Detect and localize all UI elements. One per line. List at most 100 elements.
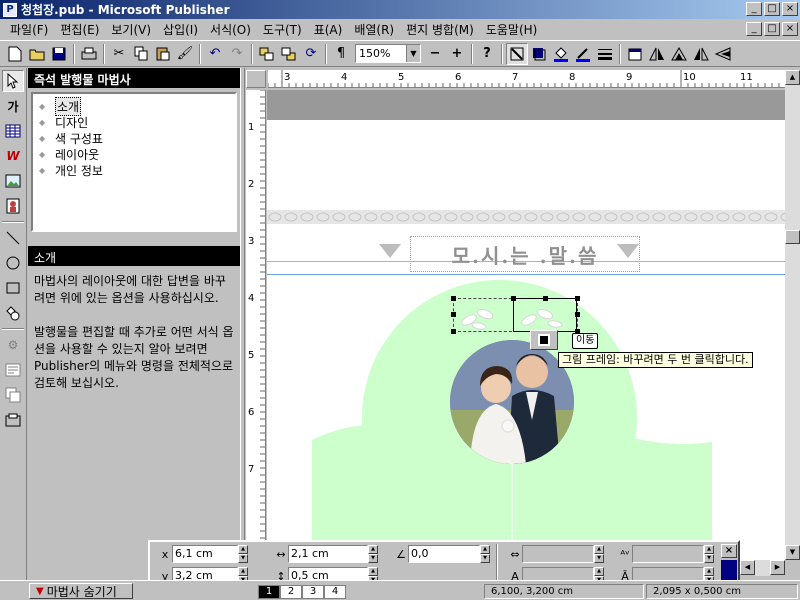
paste-icon[interactable] xyxy=(152,43,174,65)
close-button[interactable]: × xyxy=(782,2,798,16)
cut-icon[interactable]: ✂ xyxy=(108,43,130,65)
redo-icon[interactable]: ↷ xyxy=(226,43,248,65)
flip-horizontal-left-icon[interactable] xyxy=(646,43,668,65)
menu-edit[interactable]: 편집(E) xyxy=(54,21,105,38)
undo-icon[interactable]: ↶ xyxy=(204,43,226,65)
print-icon[interactable] xyxy=(78,43,100,65)
kerning-input[interactable] xyxy=(632,545,704,563)
line-style-icon[interactable] xyxy=(506,42,528,65)
custom-shapes-tool-icon[interactable] xyxy=(2,302,24,324)
selection-handle[interactable] xyxy=(575,312,580,317)
rotation-spinner[interactable]: ▲ ▼ xyxy=(480,545,490,563)
hide-wizard-button[interactable]: ▼ 마법사 숨기기 xyxy=(29,583,133,599)
selection-handle[interactable] xyxy=(543,296,548,301)
selection-handle[interactable] xyxy=(451,296,456,301)
line-tool-icon[interactable] xyxy=(2,227,24,249)
publisher-app-icon[interactable]: P xyxy=(3,2,17,17)
help-icon[interactable]: ? xyxy=(476,43,498,65)
show-special-characters-icon[interactable]: ¶ xyxy=(330,43,352,65)
wizard-item-design[interactable]: ◆ 디자인 xyxy=(39,114,235,130)
zoom-in-icon[interactable]: + xyxy=(446,43,468,65)
menu-view[interactable]: 보기(V) xyxy=(105,21,157,38)
ruler-origin[interactable] xyxy=(246,70,266,88)
kerning-spinner[interactable]: ▲ ▼ xyxy=(704,545,714,563)
wordart-tool-icon[interactable]: W xyxy=(2,145,24,167)
menu-format[interactable]: 서식(O) xyxy=(204,21,257,38)
format-painter-icon[interactable]: 🖌 xyxy=(174,43,196,65)
text-frame-tool-icon[interactable]: 가 xyxy=(2,95,24,117)
menu-table[interactable]: 표(A) xyxy=(308,21,349,38)
zoom-select[interactable]: 150% ▼ xyxy=(355,44,421,63)
pointer-tool-icon[interactable] xyxy=(2,70,24,92)
bring-to-front-icon[interactable] xyxy=(256,43,278,65)
vertical-ruler[interactable]: 1 2 3 4 5 6 7 xyxy=(246,90,266,540)
table-frame-tool-icon[interactable] xyxy=(2,120,24,142)
scroll-left-icon[interactable]: ◀ xyxy=(740,560,755,575)
doc-restore-button[interactable]: □ xyxy=(764,22,780,36)
x-position-input[interactable]: 6,1 cm xyxy=(172,545,238,563)
page-button-2[interactable]: 2 xyxy=(280,585,302,599)
chevron-down-icon[interactable]: ▼ xyxy=(406,45,420,62)
selected-object-frame[interactable] xyxy=(513,298,577,332)
group-objects-button[interactable] xyxy=(530,330,558,350)
rotate-icon[interactable]: ⟳ xyxy=(300,43,322,65)
page-button-1[interactable]: 1 xyxy=(258,585,280,599)
menu-file[interactable]: 파일(F) xyxy=(4,21,54,38)
horizontal-ruler[interactable]: 3 4 5 6 7 8 9 10 11 xyxy=(268,70,786,88)
wizard-item-layout[interactable]: ◆ 레이아웃 xyxy=(39,146,235,162)
vertical-scrollbar[interactable]: ▲ ▼ xyxy=(785,70,800,560)
zoom-out-icon[interactable]: − xyxy=(424,43,446,65)
send-to-back-icon[interactable] xyxy=(278,43,300,65)
selection-handle[interactable] xyxy=(511,296,516,301)
maximize-button[interactable]: □ xyxy=(764,2,780,16)
minimize-button[interactable]: _ xyxy=(746,2,762,16)
scroll-up-icon[interactable]: ▲ xyxy=(785,70,800,85)
line-color-icon[interactable] xyxy=(572,43,594,65)
pane-splitter[interactable] xyxy=(240,68,245,580)
width-spinner[interactable]: ▲ ▼ xyxy=(368,545,378,563)
line-weight-icon[interactable] xyxy=(594,43,616,65)
menu-arrange[interactable]: 배열(R) xyxy=(348,21,400,38)
document-workspace[interactable]: 모.시.는 .말.씀 이동 그림 프레임: 바꾸려면 두 번 클릭합니다. xyxy=(267,90,785,560)
rotation-input[interactable]: 0,0 xyxy=(408,545,480,563)
scroll-right-icon[interactable]: ▶ xyxy=(770,560,785,575)
scroll-down-icon[interactable]: ▼ xyxy=(785,545,800,560)
measurements-close-button[interactable]: × xyxy=(721,544,737,558)
selection-handle[interactable] xyxy=(451,312,456,317)
shadow-icon[interactable] xyxy=(528,43,550,65)
copy-icon[interactable] xyxy=(130,43,152,65)
page-button-4[interactable]: 4 xyxy=(324,585,346,599)
oval-tool-icon[interactable] xyxy=(2,252,24,274)
doc-close-button[interactable]: × xyxy=(782,22,798,36)
open-folder-icon[interactable] xyxy=(26,43,48,65)
fill-color-icon[interactable] xyxy=(550,43,572,65)
new-icon[interactable] xyxy=(4,43,26,65)
character-spacing-input[interactable] xyxy=(522,545,594,563)
menu-help[interactable]: 도움말(H) xyxy=(480,21,544,38)
menu-insert[interactable]: 삽입(I) xyxy=(157,21,204,38)
html-code-tool-icon[interactable] xyxy=(2,359,24,381)
character-spacing-spinner[interactable]: ▲ ▼ xyxy=(594,545,604,563)
x-spinner[interactable]: ▲ ▼ xyxy=(238,545,248,563)
wizard-item-personal-info[interactable]: ◆ 개인 정보 xyxy=(39,162,235,178)
insert-object-tool-icon[interactable] xyxy=(2,409,24,431)
selection-handle[interactable] xyxy=(451,329,456,334)
flip-vertical-icon[interactable] xyxy=(668,43,690,65)
menu-tools[interactable]: 도구(T) xyxy=(257,21,308,38)
wizard-item-color-scheme[interactable]: ◆ 색 구성표 xyxy=(39,130,235,146)
horizontal-scrollbar[interactable]: ◀ ▶ xyxy=(740,560,785,576)
save-icon[interactable] xyxy=(48,43,70,65)
object-properties-icon[interactable] xyxy=(624,43,646,65)
design-gallery-tool-icon[interactable] xyxy=(2,384,24,406)
picture-frame-tool-icon[interactable] xyxy=(2,170,24,192)
rectangle-tool-icon[interactable] xyxy=(2,277,24,299)
heading-text-frame[interactable]: 모.시.는 .말.씀 xyxy=(410,236,640,272)
scrollbar-thumb[interactable] xyxy=(785,230,800,244)
flip-horizontal-icon[interactable] xyxy=(690,43,712,65)
width-input[interactable]: 2,1 cm xyxy=(288,545,368,563)
clip-gallery-tool-icon[interactable] xyxy=(2,195,24,217)
page-button-3[interactable]: 3 xyxy=(302,585,324,599)
wizard-item-intro[interactable]: ◆ 소개 xyxy=(39,96,235,116)
form-control-tool-icon[interactable]: ⚙ xyxy=(2,334,24,356)
wedding-photo[interactable] xyxy=(450,340,574,464)
